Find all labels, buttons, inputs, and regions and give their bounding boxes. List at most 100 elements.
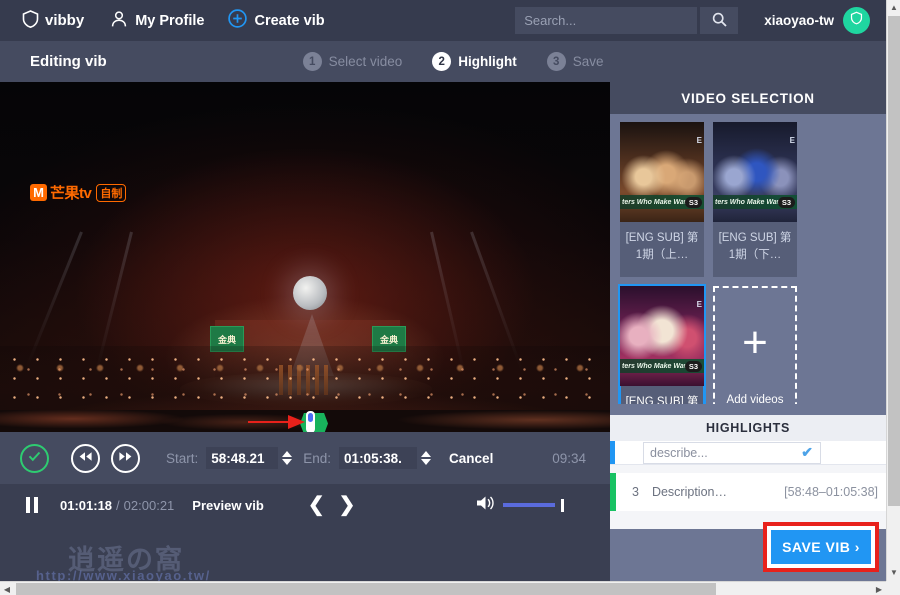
mangotv-mark-icon: M	[30, 184, 47, 201]
scroll-left-arrow-icon[interactable]: ◀	[0, 582, 14, 595]
highlight-confirm-check-icon[interactable]: ✔	[801, 444, 813, 461]
highlight-row-stripe	[610, 473, 616, 511]
avatar[interactable]	[843, 7, 870, 34]
search-area	[515, 7, 739, 34]
rewind-button[interactable]	[71, 443, 100, 473]
preview-vib-button[interactable]: Preview vib	[192, 498, 264, 513]
add-videos-label: Add videos	[726, 394, 784, 404]
pause-icon-bar2	[34, 497, 38, 513]
stepper-up-icon[interactable]	[282, 451, 293, 457]
confirm-clip-button[interactable]	[20, 443, 49, 473]
thumbnail-season-tag: S3	[777, 197, 795, 208]
scroll-down-arrow-icon[interactable]: ▼	[887, 565, 900, 579]
volume-control[interactable]	[476, 495, 564, 516]
start-time-label: Start:	[166, 450, 199, 466]
highlights-header: HIGHLIGHTS	[610, 415, 886, 441]
video-selection-header: VIDEO SELECTION	[610, 82, 886, 114]
highlight-row-stripe	[610, 441, 615, 464]
start-time-stepper[interactable]	[282, 451, 293, 465]
check-circle-green-icon	[28, 449, 41, 467]
thumbnail-season-tag: S3	[684, 361, 702, 372]
video-card-caption: [ENG SUB] 第1期（上…	[625, 232, 699, 261]
brand-logo[interactable]: vibby	[22, 9, 84, 32]
step-number: 2	[432, 52, 452, 71]
person-icon	[110, 10, 128, 32]
red-arrow-annotation	[248, 415, 305, 429]
stepper-down-icon[interactable]	[282, 459, 293, 465]
clip-duration-label: 09:34	[552, 450, 586, 466]
step-number: 3	[546, 52, 566, 71]
scrollbar-corner	[886, 581, 900, 595]
vibby-editor-app: vibby My Profile Create vib xiaoyao-tw	[0, 0, 900, 595]
step-label: Select video	[328, 54, 403, 69]
video-selection-grid: E ters Who Make Waves S3 [ENG SUB] 第1期（上…	[610, 114, 886, 404]
mangotv-original-badge: 自制	[96, 183, 127, 202]
volume-slider-track[interactable]	[503, 503, 555, 507]
thumbnail-corner-label: E	[696, 136, 702, 145]
horizontal-scrollbar[interactable]: ◀ ▶	[0, 581, 886, 595]
cancel-button[interactable]: Cancel	[449, 451, 493, 466]
chevron-right-icon[interactable]: ❯	[339, 495, 356, 515]
editor-subheader: Editing vib 1 Select video 2 Highlight 3…	[0, 41, 886, 82]
top-navigation-bar: vibby My Profile Create vib xiaoyao-tw	[0, 0, 886, 41]
highlight-description[interactable]: Description…	[652, 485, 727, 499]
video-player-stage[interactable]: 金典 金典 M 芒果tv 自制 会员抢先看 Play	[0, 82, 610, 432]
scroll-up-arrow-icon[interactable]: ▲	[887, 0, 900, 14]
save-vib-highlight-box: SAVE VIB ›	[763, 522, 879, 572]
step-highlight[interactable]: 2 Highlight	[432, 52, 517, 71]
vertical-scrollbar-thumb[interactable]	[888, 16, 900, 506]
horizontal-scrollbar-thumb[interactable]	[16, 583, 716, 595]
username-label[interactable]: xiaoyao-tw	[764, 13, 834, 28]
video-card-2[interactable]: E ters Who Make Waves S3 [ENG SUB] 第1期（下…	[713, 122, 797, 277]
speaker-icon[interactable]	[476, 495, 497, 516]
add-videos-button[interactable]: + Add videos	[713, 286, 797, 404]
end-time-input[interactable]	[339, 447, 418, 469]
pause-button[interactable]	[26, 497, 38, 513]
search-input[interactable]	[515, 7, 698, 34]
fast-forward-icon	[118, 449, 133, 467]
search-button[interactable]	[700, 7, 739, 34]
video-card-caption: [ENG SUB] 第3期（上…	[625, 396, 699, 404]
chevron-left-icon[interactable]: ❮	[308, 495, 325, 515]
video-thumbnail: E ters Who Make Waves S3	[620, 122, 704, 222]
plus-circle-icon	[228, 9, 248, 32]
highlight-index: 3	[632, 485, 639, 499]
video-frame-image: 金典 金典	[0, 82, 610, 432]
nav-create-vib[interactable]: Create vib	[228, 9, 325, 32]
step-number: 1	[302, 52, 322, 71]
nav-create-vib-label: Create vib	[254, 12, 325, 29]
highlight-time-range: [58:48–01:05:38]	[784, 485, 878, 499]
clip-navigation: ❮ ❯	[308, 495, 356, 515]
plus-icon: +	[742, 318, 768, 367]
shield-logo-icon	[22, 9, 39, 32]
total-time-label: 02:00:21	[123, 497, 175, 513]
video-card-1[interactable]: E ters Who Make Waves S3 [ENG SUB] 第1期（上…	[620, 122, 704, 277]
save-vib-button[interactable]: SAVE VIB ›	[771, 530, 871, 564]
highlight-row-partial[interactable]: describe... ✔	[610, 441, 886, 465]
stepper-up-icon[interactable]	[421, 451, 432, 457]
stepper-down-icon[interactable]	[421, 459, 432, 465]
step-label: Save	[572, 54, 604, 69]
clip-trim-toolbar: Start: End: Cancel 09:34	[0, 432, 610, 484]
playhead-handle-icon[interactable]	[306, 411, 315, 432]
rewind-icon	[78, 449, 93, 467]
player-control-bar: 01:01:18 / 02:00:21 Preview vib ❮ ❯	[0, 484, 610, 526]
volume-slider-knob[interactable]	[561, 498, 564, 512]
video-card-caption: [ENG SUB] 第1期（下…	[718, 232, 792, 261]
step-indicator: 1 Select video 2 Highlight 3 Save	[302, 52, 634, 71]
highlights-list: describe... ✔ 3 Description… [58:48–01:0…	[610, 441, 886, 529]
mangotv-watermark: M 芒果tv 自制	[30, 182, 127, 203]
step-select-video[interactable]: 1 Select video	[302, 52, 403, 71]
thumbnail-corner-label: E	[789, 136, 795, 145]
start-time-input[interactable]	[206, 447, 279, 469]
highlight-row[interactable]: 3 Description… [58:48–01:05:38]	[610, 473, 886, 511]
highlight-describe-input[interactable]: describe... ✔	[643, 441, 821, 464]
end-time-stepper[interactable]	[421, 451, 432, 465]
step-save[interactable]: 3 Save	[546, 52, 604, 71]
video-card-3-selected[interactable]: E ters Who Make Waves S3 [ENG SUB] 第3期（上…	[618, 284, 706, 404]
scroll-right-arrow-icon[interactable]: ▶	[872, 582, 886, 595]
fast-forward-button[interactable]	[111, 443, 140, 473]
search-icon	[712, 12, 727, 30]
nav-my-profile[interactable]: My Profile	[110, 10, 204, 32]
vertical-scrollbar[interactable]: ▲ ▼	[886, 0, 900, 595]
